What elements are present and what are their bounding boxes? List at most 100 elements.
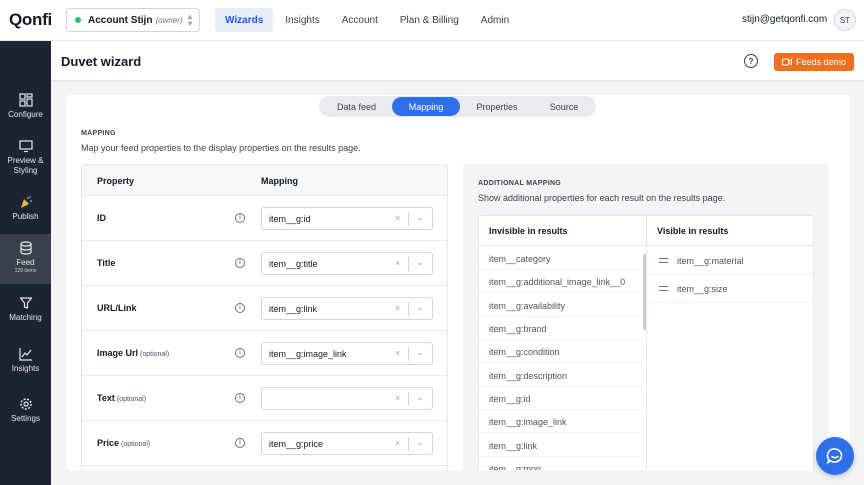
mapping-select[interactable]: × ⌄ [261, 387, 433, 410]
sidebar: Configure Preview & Styling Publish Feed… [0, 41, 51, 485]
nav-admin[interactable]: Admin [471, 8, 519, 32]
list-item[interactable]: item__g:size [647, 275, 813, 303]
feed-item-count: 128 items [14, 268, 37, 274]
column-header-mapping: Mapping [261, 176, 298, 186]
chevron-down-icon[interactable]: ⌄ [416, 257, 424, 268]
list-item[interactable]: item__g:link [479, 434, 643, 457]
mapping-row-title: Title i item__g:title × ⌄ [82, 241, 447, 286]
nav-plan-billing[interactable]: Plan & Billing [390, 8, 469, 32]
property-name: Title [97, 258, 116, 268]
clear-icon[interactable]: × [395, 348, 400, 358]
info-icon[interactable]: i [235, 438, 245, 448]
list-item[interactable]: item__g:brand [479, 317, 643, 340]
list-item[interactable]: item__category [479, 247, 643, 270]
optional-tag: (optional) [116, 396, 147, 403]
sidebar-item-insights[interactable]: Insights [0, 347, 51, 374]
drag-handle-icon[interactable] [659, 258, 668, 263]
info-icon[interactable]: i [235, 393, 245, 403]
sidebar-item-label: Configure [8, 110, 43, 119]
list-item[interactable]: item__g:material [647, 247, 813, 275]
tab-data-feed[interactable]: Data feed [321, 97, 392, 116]
property-label: ID [97, 213, 108, 223]
mapping-select-value: item__g:image_link [269, 349, 347, 359]
scrollbar[interactable] [643, 254, 646, 330]
mapping-table: Property Mapping ID i item__g:id × ⌄ Tit… [81, 164, 448, 470]
mapping-row-url-link: URL/Link i item__g:link × ⌄ [82, 286, 447, 331]
sidebar-item-publish[interactable]: Publish [0, 195, 51, 222]
sidebar-item-matching[interactable]: Matching [0, 296, 51, 323]
tab-mapping[interactable]: Mapping [392, 97, 460, 116]
sidebar-item-label: Insights [11, 364, 40, 373]
nav-account[interactable]: Account [332, 8, 388, 32]
page-title: Duvet wizard [61, 54, 142, 69]
chevron-down-icon[interactable]: ⌄ [416, 347, 424, 358]
chevron-down-icon[interactable]: ⌄ [416, 392, 424, 403]
feeds-demo-label: Feeds demo [795, 57, 847, 67]
list-item[interactable]: item__g:description [479, 364, 643, 387]
account-status-dot [75, 17, 81, 23]
tab-source[interactable]: Source [534, 97, 594, 116]
info-icon[interactable]: i [235, 303, 245, 313]
list-item[interactable]: item__g:mpn [479, 457, 643, 470]
chevron-down-icon[interactable]: ⌄ [416, 212, 424, 223]
mapping-table-header: Property Mapping [82, 165, 447, 196]
info-icon[interactable]: i [235, 258, 245, 268]
mapping-description: Map your feed properties to the display … [81, 143, 361, 153]
feeds-demo-button[interactable]: Feeds demo [774, 53, 854, 71]
chevron-down-icon[interactable]: ⌄ [416, 437, 424, 448]
property-label: Title [97, 258, 117, 268]
main-card: Data feed Mapping Properties Source MAPP… [66, 95, 850, 470]
column-header-property: Property [97, 176, 135, 186]
user-email[interactable]: stijn@getqonfi.com [742, 14, 827, 25]
mapping-select-value: item__g:title [269, 259, 318, 269]
sidebar-item-feed[interactable]: Feed 128 items [0, 234, 51, 284]
info-icon[interactable]: i [235, 213, 245, 223]
mapping-section-label: MAPPING [81, 130, 116, 137]
list-item[interactable]: item__g:additional_image_link__0 [479, 270, 643, 293]
clear-icon[interactable]: × [395, 438, 400, 448]
nav-wizards[interactable]: Wizards [215, 8, 274, 32]
tab-properties[interactable]: Properties [460, 97, 534, 116]
additional-mapping-panel: ADDITIONAL MAPPING Show additional prope… [463, 164, 829, 470]
clear-icon[interactable]: × [395, 213, 400, 223]
list-item-label: item__g:material [677, 256, 744, 266]
sidebar-item-label: Matching [9, 313, 42, 322]
mapping-select-value: item__g:id [269, 214, 311, 224]
sidebar-item-preview-styling[interactable]: Preview & Styling [0, 139, 51, 176]
help-icon[interactable]: ? [744, 54, 758, 68]
additional-mapping-lists: Invisible in results item__category item… [478, 215, 814, 470]
list-item-label: item__g:size [677, 284, 728, 294]
monitor-icon [18, 140, 33, 153]
mapping-select[interactable]: item__g:image_link × ⌄ [261, 342, 433, 365]
select-divider [408, 437, 409, 451]
info-icon[interactable]: i [235, 348, 245, 358]
mapping-select[interactable]: item__g:title × ⌄ [261, 252, 433, 275]
clear-icon[interactable]: × [395, 393, 400, 403]
clear-icon[interactable]: × [395, 258, 400, 268]
account-selector[interactable]: Account Stijn (owner) ▴ ▾ [66, 8, 200, 32]
account-role: (owner) [155, 15, 183, 25]
additional-mapping-description: Show additional properties for each resu… [478, 193, 726, 203]
sidebar-item-label: Preview & Styling [7, 156, 44, 175]
chevron-down-icon[interactable]: ⌄ [416, 302, 424, 313]
user-avatar[interactable]: ST [834, 9, 856, 31]
app-logo[interactable]: Qonfi [9, 10, 52, 30]
drag-handle-icon[interactable] [659, 286, 668, 291]
list-item[interactable]: item__g:id [479, 387, 643, 410]
list-item[interactable]: item__g:availability [479, 294, 643, 317]
nav-insights[interactable]: Insights [275, 8, 329, 32]
mapping-select[interactable]: item__g:link × ⌄ [261, 297, 433, 320]
sidebar-item-settings[interactable]: Settings [0, 397, 51, 424]
mapping-select[interactable]: item__g:price × ⌄ [261, 432, 433, 455]
account-name: Account Stijn [88, 14, 153, 26]
sidebar-item-configure[interactable]: Configure [0, 93, 51, 120]
list-item[interactable]: item__g:condition [479, 340, 643, 363]
top-bar: Qonfi Account Stijn (owner) ▴ ▾ Wizards I… [0, 0, 864, 41]
chat-button[interactable] [816, 437, 854, 475]
select-divider [408, 347, 409, 361]
property-label: Image Url (optional) [97, 348, 169, 358]
select-divider [408, 257, 409, 271]
mapping-select[interactable]: item__g:id × ⌄ [261, 207, 433, 230]
list-item[interactable]: item__g:image_link [479, 410, 643, 433]
clear-icon[interactable]: × [395, 303, 400, 313]
